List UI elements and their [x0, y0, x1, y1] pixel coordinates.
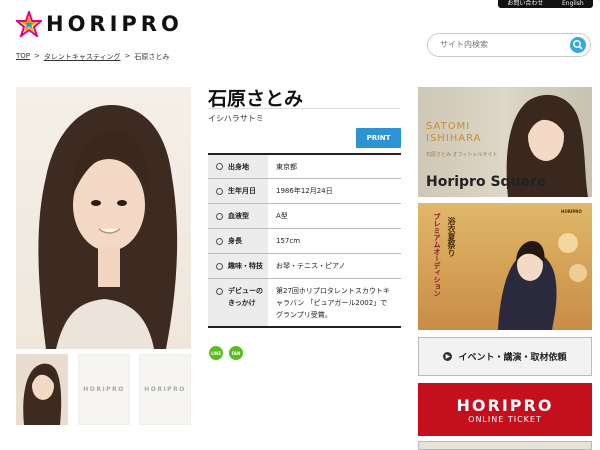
profile-label: 生年月日 — [208, 179, 268, 203]
talent-name: 石原さとみ — [208, 88, 304, 110]
online-ticket-banner[interactable]: HORIPRO ONLINE TICKET — [418, 383, 592, 436]
event-request-label: イベント・講演・取材依頼 — [458, 353, 567, 363]
profile-label: 出身地 — [208, 155, 268, 178]
profile-value: A型 — [276, 212, 288, 220]
bullet-icon — [216, 237, 223, 245]
breadcrumb-separator: > — [124, 52, 131, 60]
banner-name: SATOMI ISHIHARA — [426, 121, 482, 144]
profile-value: 157cm — [276, 237, 301, 245]
profile-value: 東京都 — [276, 162, 297, 171]
profile-row: 身長 157cm — [208, 229, 401, 254]
profile-label: 血液型 — [208, 204, 268, 228]
ticket-label: ONLINE TICKET — [468, 414, 542, 424]
horipro-square-banner[interactable]: SATOMI ISHIHARA 石原さとみ オフィシャルサイト Horipro … — [418, 87, 592, 197]
profile-label: デビューのきっかけ — [208, 279, 268, 326]
bullet-icon — [216, 288, 223, 295]
event-request-button[interactable]: ▶ イベント・講演・取材依頼 — [418, 337, 592, 376]
name-divider — [208, 108, 400, 109]
profile-table: 出身地 東京都 生年月日 1986年12月24日 血液型 A型 身長 157cm… — [208, 153, 401, 328]
thumbnail-logo: HORIPRO — [144, 386, 186, 393]
profile-label: 身長 — [208, 229, 268, 253]
site-logo[interactable]: HORIPRO — [16, 9, 183, 39]
profile-photo — [16, 87, 191, 349]
profile-value: 第27回ホリプロタレントスカウトキャラバン 「ピュアガール2002」でグランプリ… — [276, 286, 390, 319]
profile-row: デビューのきっかけ 第27回ホリプロタレントスカウトキャラバン 「ピュアガール2… — [208, 279, 401, 326]
profile-label: 趣味・特技 — [208, 254, 268, 278]
banner-caption: 石原さとみ オフィシャルサイト — [426, 152, 498, 158]
photo-thumbnail-placeholder[interactable]: HORIPRO — [78, 354, 130, 425]
profile-row: 血液型 A型 — [208, 204, 401, 229]
print-button[interactable]: PRINT — [356, 128, 401, 148]
english-link[interactable]: English — [562, 0, 584, 8]
logo-wordmark: HORIPRO — [46, 12, 183, 36]
breadcrumb-current: 石原さとみ — [134, 53, 170, 61]
contact-link[interactable]: お問い合わせ — [507, 0, 543, 8]
banner-brand: Horipro Square — [426, 174, 547, 190]
line-share-button[interactable]: LINE — [209, 346, 223, 360]
audition-brand: HORIPRO — [561, 209, 582, 214]
ticket-brand: HORIPRO — [456, 395, 554, 415]
logo-star-icon — [16, 11, 42, 37]
bullet-icon — [216, 262, 223, 270]
bullet-icon — [216, 212, 223, 220]
bullet-icon — [216, 187, 223, 195]
breadcrumb-separator: > — [34, 52, 40, 60]
profile-value: お琴・テニス・ピアノ — [276, 262, 346, 270]
photo-thumbnail-placeholder[interactable]: HORIPRO — [139, 354, 191, 425]
breadcrumb-top[interactable]: TOP — [16, 52, 30, 62]
breadcrumb-casting[interactable]: タレントキャスティング — [44, 52, 121, 62]
fan-share-button[interactable]: FAN — [229, 346, 243, 360]
search-icon — [573, 40, 583, 50]
profile-value: 1986年12月24日 — [276, 187, 333, 195]
profile-row: 趣味・特技 お琴・テニス・ピアノ — [208, 254, 401, 279]
arrow-icon: ▶ — [443, 352, 453, 361]
next-banner[interactable] — [418, 441, 592, 450]
breadcrumb: TOP > タレントキャスティング > 石原さとみ — [16, 52, 169, 62]
top-utility-bar: お問い合わせ English — [498, 0, 593, 8]
search-button[interactable] — [570, 37, 586, 53]
photo-thumbnail[interactable] — [16, 354, 68, 425]
profile-row: 出身地 東京都 — [208, 155, 401, 179]
audition-title: 浴衣夏祭り — [447, 217, 456, 257]
site-search — [427, 33, 591, 57]
bullet-icon — [216, 163, 223, 170]
search-input[interactable] — [438, 39, 562, 50]
audition-subtitle: プレミアムオーディション — [433, 213, 441, 297]
audition-banner[interactable]: 浴衣夏祭り プレミアムオーディション HORIPRO — [418, 203, 592, 330]
talent-name-kana: イシハラサトミ — [208, 114, 264, 123]
profile-row: 生年月日 1986年12月24日 — [208, 179, 401, 204]
thumbnail-logo: HORIPRO — [83, 386, 125, 393]
